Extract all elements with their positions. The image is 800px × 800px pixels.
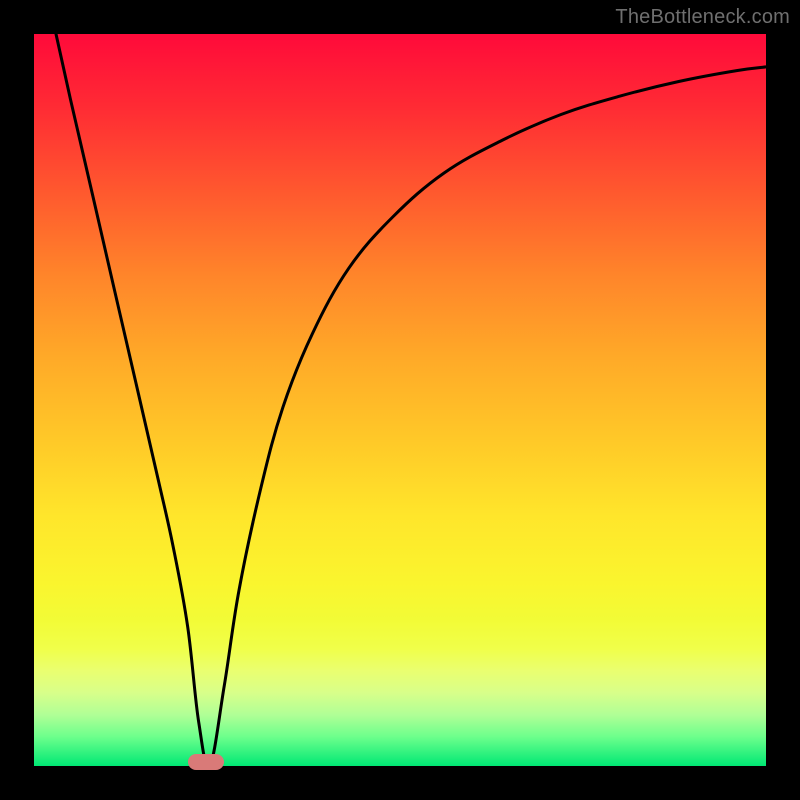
bottleneck-curve (56, 34, 766, 767)
watermark-text: TheBottleneck.com (615, 6, 790, 29)
optimum-marker (188, 754, 224, 770)
chart-container: TheBottleneck.com (0, 0, 800, 800)
plot-area (34, 34, 766, 766)
curve-svg (34, 34, 766, 766)
